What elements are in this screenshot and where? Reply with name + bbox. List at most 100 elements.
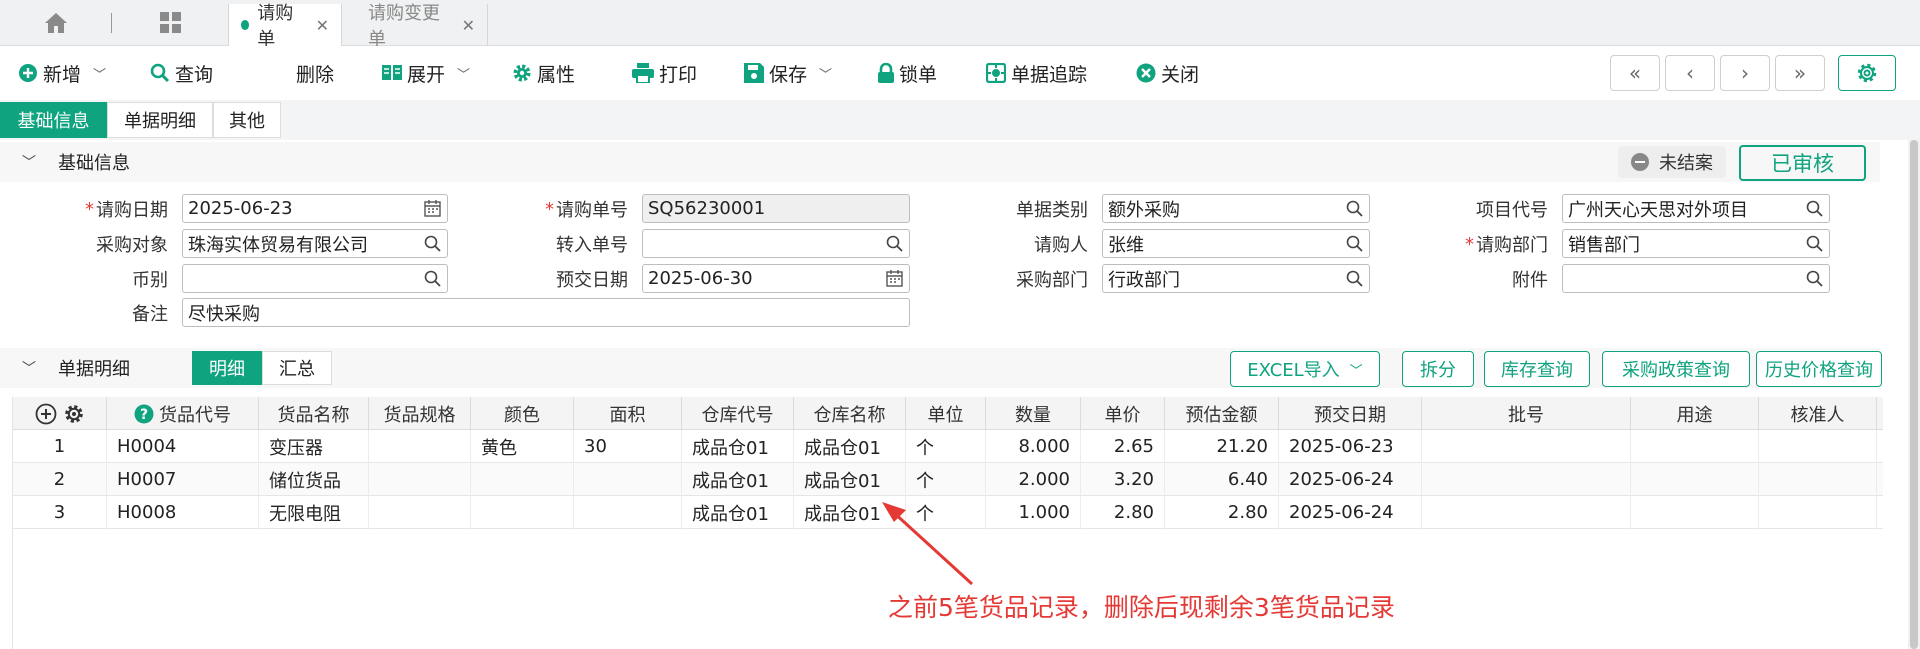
close-icon[interactable]: ✕	[316, 16, 329, 35]
tab-purchase-request[interactable]: 请购单 ✕	[228, 3, 342, 50]
cell-usage[interactable]	[1631, 463, 1759, 496]
settings-button[interactable]	[1838, 55, 1896, 91]
chevron-down-icon[interactable]: ﹀	[457, 64, 470, 83]
mode-summary-button[interactable]: 汇总	[262, 351, 332, 385]
cell-approver[interactable]	[1759, 430, 1877, 463]
calendar-icon[interactable]	[886, 270, 903, 287]
search-icon[interactable]	[1346, 270, 1363, 287]
request-no-field[interactable]: SQ56230001	[642, 194, 910, 223]
close-button[interactable]: 关闭	[1136, 58, 1199, 88]
col-header-spec[interactable]: 货品规格	[369, 397, 471, 430]
cell-price[interactable]: 2.65	[1081, 430, 1165, 463]
cell-area[interactable]	[574, 463, 682, 496]
policy-query-button[interactable]: 采购政策查询	[1602, 351, 1750, 387]
search-icon[interactable]	[1346, 200, 1363, 217]
delete-button[interactable]: 删除	[296, 58, 334, 88]
col-header-area[interactable]: 面积	[574, 397, 682, 430]
currency-field[interactable]	[182, 264, 448, 293]
search-icon[interactable]	[1346, 235, 1363, 252]
cell-approver[interactable]	[1759, 496, 1877, 529]
cell-color[interactable]	[471, 496, 574, 529]
cell-batch[interactable]	[1422, 463, 1631, 496]
prev-record-button[interactable]: ‹	[1665, 55, 1715, 91]
scrollbar-thumb[interactable]	[1910, 140, 1918, 649]
col-header-color[interactable]: 颜色	[471, 397, 574, 430]
search-icon[interactable]	[886, 235, 903, 252]
delivery-date-field[interactable]: 2025-06-30	[642, 264, 910, 293]
cell-spec[interactable]	[369, 496, 471, 529]
chevron-down-icon[interactable]: ﹀	[22, 358, 36, 378]
tab-basic-info[interactable]: 基础信息	[0, 102, 107, 138]
search-icon[interactable]	[424, 235, 441, 252]
tab-other[interactable]: 其他	[213, 102, 281, 138]
cell-batch[interactable]	[1422, 430, 1631, 463]
print-button[interactable]: 打印	[632, 58, 697, 88]
cell-warehouse-code[interactable]: 成品仓01	[682, 430, 794, 463]
gear-icon[interactable]	[63, 403, 85, 425]
cell-amount[interactable]: 21.20	[1165, 430, 1279, 463]
mode-detail-button[interactable]: 明细	[192, 351, 262, 385]
project-code-field[interactable]: 广州天心天思对外项目	[1562, 194, 1830, 223]
cell-unit[interactable]: 个	[906, 463, 986, 496]
request-dept-field[interactable]: 销售部门	[1562, 229, 1830, 258]
chevron-down-icon[interactable]: ﹀	[819, 64, 832, 83]
cell-unit[interactable]: 个	[906, 430, 986, 463]
cell-warehouse-code[interactable]: 成品仓01	[682, 496, 794, 529]
cell-amount[interactable]: 2.80	[1165, 496, 1279, 529]
cell-area[interactable]	[574, 496, 682, 529]
col-header-warehouse-name[interactable]: 仓库名称	[794, 397, 906, 430]
cell-qty[interactable]: 8.000	[986, 430, 1081, 463]
cell-date[interactable]: 2025-06-24	[1279, 496, 1422, 529]
calendar-icon[interactable]	[424, 200, 441, 217]
cell-code[interactable]: H0004	[107, 430, 259, 463]
purchase-dept-field[interactable]: 行政部门	[1102, 264, 1370, 293]
doc-type-field[interactable]: 额外采购	[1102, 194, 1370, 223]
transfer-no-field[interactable]	[642, 229, 910, 258]
col-header-warehouse-code[interactable]: 仓库代号	[682, 397, 794, 430]
next-record-button[interactable]: ›	[1720, 55, 1770, 91]
basic-info-header[interactable]: ﹀ 基础信息	[0, 142, 1880, 182]
trace-button[interactable]: 单据追踪	[986, 58, 1087, 88]
attachment-field[interactable]	[1562, 264, 1830, 293]
chevron-down-icon[interactable]: ﹀	[22, 152, 36, 172]
col-header-qty[interactable]: 数量	[986, 397, 1081, 430]
col-header-unit[interactable]: 单位	[906, 397, 986, 430]
col-header-price[interactable]: 单价	[1081, 397, 1165, 430]
first-record-button[interactable]: «	[1610, 55, 1660, 91]
cell-date[interactable]: 2025-06-23	[1279, 430, 1422, 463]
query-button[interactable]: 查询	[150, 58, 213, 88]
col-header-usage[interactable]: 用途	[1631, 397, 1759, 430]
table-row[interactable]: 2 H0007 储位货品 成品仓01 成品仓01 个 2.000 3.20 6.…	[13, 463, 1883, 496]
tab-purchase-change[interactable]: 请购变更单 ✕	[342, 3, 488, 50]
col-header-code[interactable]: ? 货品代号	[107, 397, 259, 430]
stock-query-button[interactable]: 库存查询	[1484, 351, 1590, 387]
request-date-field[interactable]: 2025-06-23	[182, 194, 448, 223]
table-row[interactable]: 1 H0004 变压器 黄色 30 成品仓01 成品仓01 个 8.000 2.…	[13, 430, 1883, 463]
cell-amount[interactable]: 6.40	[1165, 463, 1279, 496]
cell-batch[interactable]	[1422, 496, 1631, 529]
col-header-batch[interactable]: 批号	[1422, 397, 1631, 430]
vertical-scrollbar[interactable]	[1908, 140, 1920, 649]
cell-warehouse-name[interactable]: 成品仓01	[794, 430, 906, 463]
cell-date[interactable]: 2025-06-24	[1279, 463, 1422, 496]
search-icon[interactable]	[1806, 270, 1823, 287]
cell-price[interactable]: 2.80	[1081, 496, 1165, 529]
properties-button[interactable]: 属性	[512, 58, 575, 88]
new-button[interactable]: 新增 ﹀	[18, 58, 106, 88]
home-icon[interactable]	[40, 0, 72, 46]
help-icon[interactable]: ?	[134, 404, 154, 424]
cell-color[interactable]: 黄色	[471, 430, 574, 463]
cell-spec[interactable]	[369, 430, 471, 463]
search-icon[interactable]	[424, 270, 441, 287]
cell-name[interactable]: 无限电阻	[259, 496, 369, 529]
cell-name[interactable]: 储位货品	[259, 463, 369, 496]
cell-qty[interactable]: 1.000	[986, 496, 1081, 529]
cell-usage[interactable]	[1631, 430, 1759, 463]
last-record-button[interactable]: »	[1775, 55, 1825, 91]
cell-usage[interactable]	[1631, 496, 1759, 529]
chevron-down-icon[interactable]: ﹀	[1350, 360, 1363, 379]
cell-warehouse-name[interactable]: 成品仓01	[794, 463, 906, 496]
split-button[interactable]: 拆分	[1402, 351, 1474, 387]
cell-name[interactable]: 变压器	[259, 430, 369, 463]
chevron-down-icon[interactable]: ﹀	[93, 64, 106, 83]
